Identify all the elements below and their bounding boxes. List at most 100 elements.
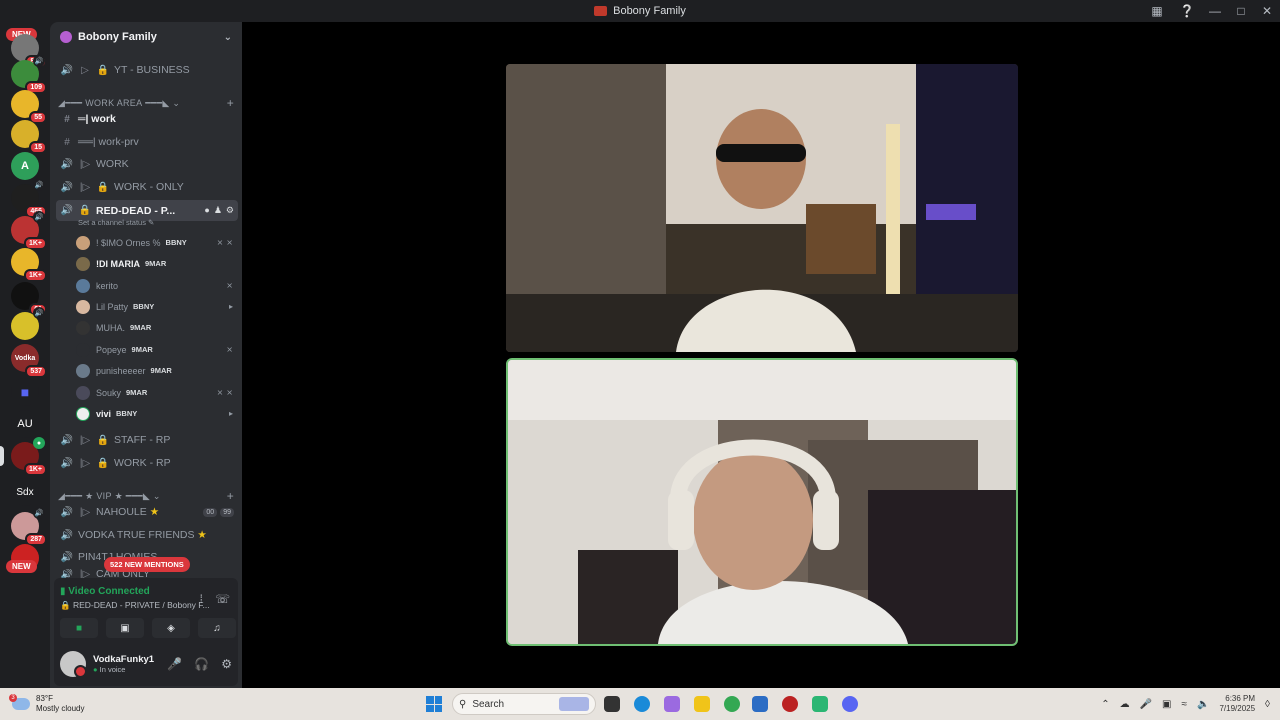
voice-member[interactable]: ! $IMO Ornes % BBNY ⨯⨯ — [76, 233, 236, 252]
help-icon[interactable]: ❔ — [1172, 0, 1202, 22]
settings-gear-icon[interactable]: ⚙ — [221, 657, 232, 671]
taskbar-search[interactable]: ⚲ Search — [452, 693, 596, 715]
server-icon-5[interactable]: 🔊466 — [11, 179, 47, 218]
voice-channel-icon: 🔊 — [60, 158, 74, 170]
store-icon[interactable] — [752, 696, 768, 712]
headphones-icon[interactable]: 🎧 — [194, 657, 209, 671]
channel-vodka-true-friends[interactable]: 🔊 VODKA TRUE FRIENDS ★ — [56, 525, 238, 545]
lock-icon: 🔒 — [96, 457, 110, 469]
server-icon-4[interactable]: 15 — [11, 120, 47, 154]
windows-start-button[interactable] — [426, 696, 442, 712]
server-icon-sdx[interactable]: Sdx — [11, 478, 39, 506]
camera-button[interactable]: ■ — [60, 618, 98, 638]
settings-gear-icon[interactable]: ⚙ — [226, 205, 234, 216]
edge-icon[interactable] — [634, 696, 650, 712]
microphone-icon[interactable]: 🎤 — [167, 657, 182, 671]
username[interactable]: VodkaFunky1 — [93, 654, 154, 665]
server-icon-8[interactable]: 61 — [11, 282, 47, 316]
add-channel-icon[interactable]: + — [227, 489, 234, 503]
clock[interactable]: 6:36 PM 7/19/2025 — [1219, 694, 1255, 714]
close-button[interactable]: ✕ — [1254, 0, 1280, 22]
chevron-down-icon: ⌄ — [223, 31, 232, 43]
task-view-icon[interactable] — [604, 696, 620, 712]
invite-icon[interactable]: ♟ — [214, 205, 222, 216]
file-explorer-icon[interactable] — [694, 696, 710, 712]
channel-yt-business[interactable]: 🔊 ▷ 🔒 YT - BUSINESS — [56, 60, 238, 80]
server-icon-7[interactable]: 1K+ — [11, 248, 47, 282]
server-icon-3[interactable]: 55 — [11, 90, 47, 124]
voice-member[interactable]: vivi BBNY ▸ — [76, 404, 236, 423]
channel-work-voice[interactable]: 🔊 |▷ WORK — [56, 154, 238, 174]
channel-work-only[interactable]: 🔊 |▷ 🔒 WORK - ONLY — [56, 177, 238, 197]
volume-icon[interactable]: 🔈 — [1197, 699, 1209, 710]
expand-arrow-icon: |▷ — [79, 506, 91, 518]
server-icon-9[interactable]: 🔊 — [11, 307, 45, 340]
server-icon-bobony[interactable]: ● 1K+ — [11, 437, 47, 476]
voice-channel-icon: 🔊 — [60, 64, 74, 76]
server-icon-a[interactable]: A — [11, 152, 39, 180]
chevron-up-icon[interactable]: ⌃ — [1101, 699, 1109, 710]
video-tile-2-speaking[interactable] — [506, 358, 1018, 646]
voice-channel-name[interactable]: 🔒 RED-DEAD - PRIVATE / Bobony F... — [60, 600, 210, 611]
server-icon-vodka[interactable]: Vodka 537 — [11, 344, 47, 378]
channel-status[interactable]: Set a channel status ✎ — [78, 218, 154, 227]
voice-member[interactable]: !DI MARIA 9MAR — [76, 254, 236, 273]
guild-header[interactable]: Bobony Family ⌄ — [50, 22, 242, 52]
noise-suppression-icon[interactable]: ⁞ — [200, 592, 203, 606]
add-channel-icon[interactable]: + — [227, 96, 234, 110]
channel-work-prv[interactable]: # ══| work-prv — [56, 132, 238, 152]
voice-member[interactable]: kerito ⨯ — [76, 276, 236, 295]
maximize-button[interactable]: □ — [1228, 0, 1254, 22]
cloud-sync-icon[interactable]: ☁ — [1120, 699, 1130, 710]
chrome-icon[interactable] — [724, 696, 740, 712]
monitor-icon[interactable]: ▣ — [1162, 699, 1171, 710]
video-feed-2 — [508, 360, 1016, 644]
wifi-icon[interactable]: ≈ — [1182, 699, 1188, 710]
screen-share-button[interactable]: ▣ — [106, 618, 144, 638]
muted-icon: ⨯⨯ — [216, 388, 236, 397]
minimize-button[interactable]: — — [1202, 0, 1228, 22]
voice-channel-icon: 🔊 — [60, 506, 74, 518]
expand-arrow-icon: |▷ — [79, 457, 91, 469]
lock-icon: 🔒 — [78, 205, 92, 216]
disconnect-icon[interactable]: ☏ — [215, 592, 230, 606]
discord-icon[interactable] — [842, 696, 858, 712]
chat-icon[interactable]: ● — [204, 205, 209, 216]
folder-icon[interactable]: ■ — [11, 378, 39, 406]
voice-member[interactable]: Lil Patty BBNY ▸ — [76, 297, 236, 316]
activity-button[interactable]: ◈ — [152, 618, 190, 638]
new-unreads-pill-bottom[interactable]: NEW — [6, 560, 37, 573]
voice-member[interactable]: Souky 9MAR ⨯⨯ — [76, 383, 236, 402]
voice-member[interactable]: MUHA. 9MAR — [76, 318, 236, 337]
user-avatar[interactable] — [60, 651, 87, 678]
copilot-icon[interactable] — [664, 696, 680, 712]
avatar — [76, 320, 90, 335]
inbox-icon[interactable]: ▦ — [1142, 0, 1172, 22]
weather-widget[interactable]: 3 83°F Mostly cloudy — [9, 694, 84, 714]
voice-status[interactable]: ▮ Video Connected — [60, 586, 150, 597]
channel-work[interactable]: # ═| work — [56, 109, 238, 129]
server-icon-2[interactable]: 🔊 109 — [11, 55, 47, 94]
expand-arrow-icon: |▷ — [79, 434, 91, 446]
voice-member[interactable]: punisheeeer 9MAR — [76, 361, 236, 380]
video-tile-1[interactable] — [506, 64, 1018, 352]
guild-name: Bobony Family — [78, 31, 157, 43]
channel-staff-rp[interactable]: 🔊 |▷ 🔒 STAFF - RP — [56, 430, 238, 450]
app-icon-green[interactable] — [812, 696, 828, 712]
server-icon-10[interactable]: 🔊 287 — [11, 507, 47, 546]
voice-channel-icon: 🔊 — [60, 434, 74, 446]
category-work-area[interactable]: ◢━━━ WORK AREA ━━━◣ ⌄ + — [58, 96, 234, 110]
notifications-icon[interactable]: ◊ — [1265, 699, 1270, 710]
soundboard-button[interactable]: ♫ — [198, 618, 236, 638]
voice-member[interactable]: Popeye 9MAR ⨯ — [76, 340, 236, 359]
app-icon-red[interactable] — [782, 696, 798, 712]
server-icon-au[interactable]: AU — [11, 410, 39, 438]
new-mentions-pill[interactable]: 522 NEW MENTIONS — [104, 557, 190, 572]
text-channel-icon: # — [64, 136, 70, 148]
server-icon-6[interactable]: 🔊 1K+ — [11, 211, 47, 250]
channel-nahoule[interactable]: 🔊 |▷ NAHOULE ★ 00 99 — [56, 502, 238, 522]
expand-arrow-icon: ▷ — [81, 64, 89, 76]
category-vip[interactable]: ◢━━━ ★ VIP ★ ━━━◣ ⌄ + — [58, 489, 234, 503]
microphone-icon[interactable]: 🎤 — [1140, 699, 1152, 710]
channel-work-rp[interactable]: 🔊 |▷ 🔒 WORK - RP — [56, 453, 238, 473]
